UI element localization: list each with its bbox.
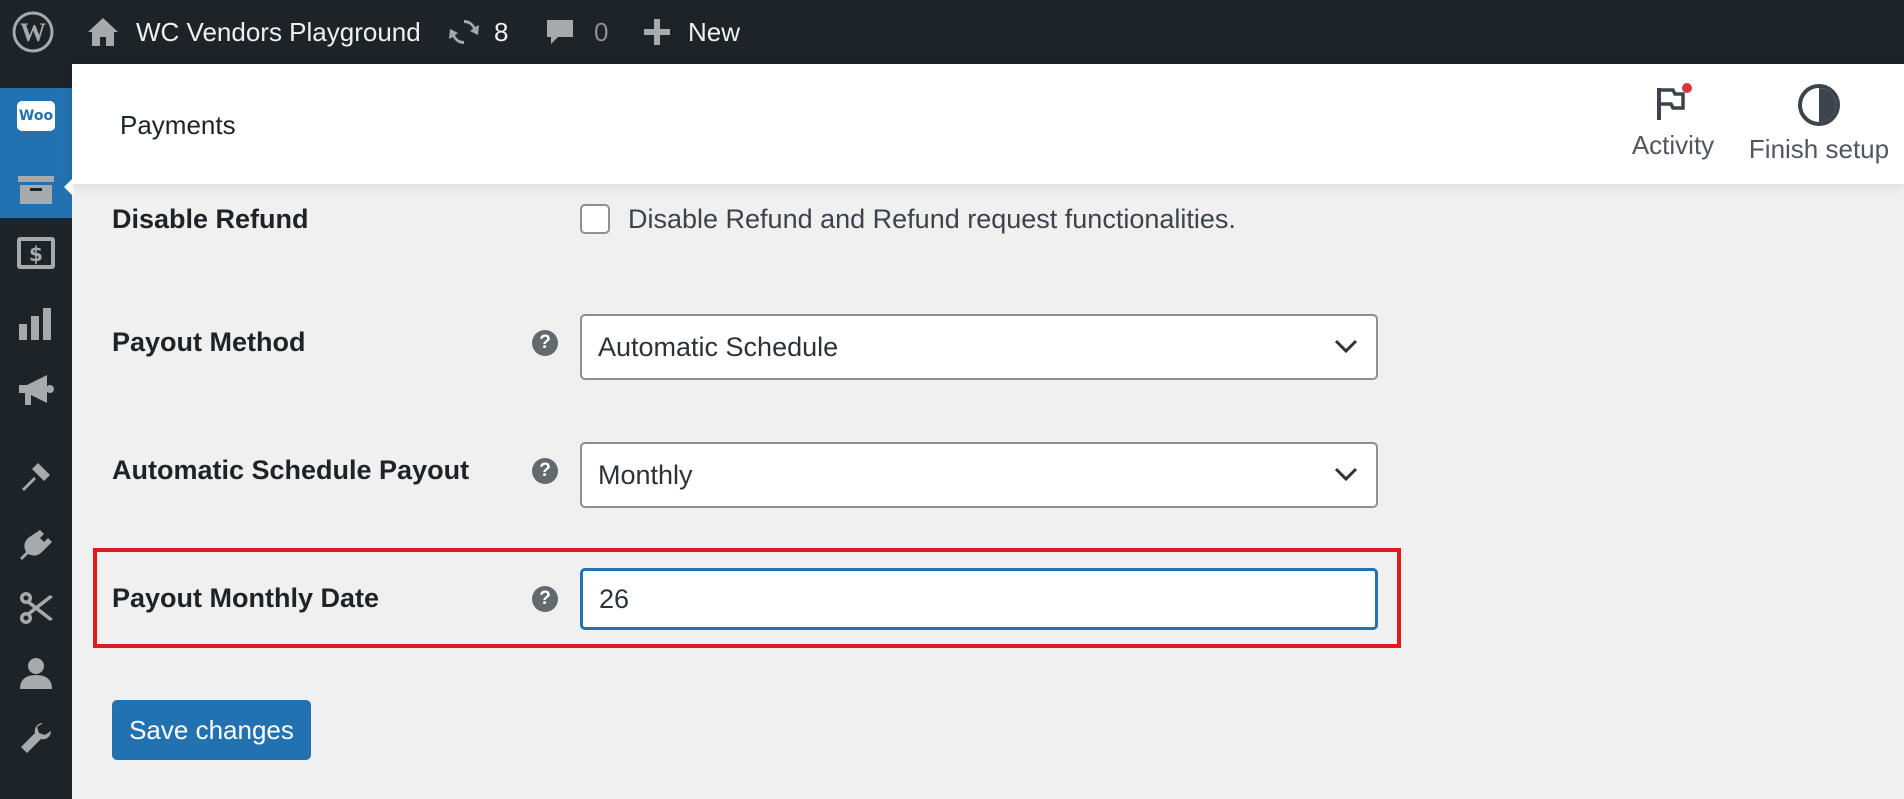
new-label: New [688,16,741,47]
help-icon[interactable]: ? [532,458,558,484]
finish-setup-label: Finish setup [1748,134,1890,164]
megaphone-icon[interactable] [16,371,56,411]
save-changes-button[interactable]: Save changes [112,700,311,760]
wordpress-logo-icon[interactable]: W [12,0,54,64]
monthly-date-input[interactable]: 26 [580,568,1378,630]
updates-count: 8 [494,16,509,47]
payout-method-label: Payout Method [112,327,306,357]
comment-icon [547,20,573,44]
disable-refund-description[interactable]: Disable Refund and Refund request functi… [628,204,1236,235]
payout-method-value: Automatic Schedule [598,331,839,362]
finish-setup-button[interactable]: Finish setup [1740,82,1898,178]
chevron-down-icon [1334,467,1358,482]
plugin-icon[interactable] [16,526,56,566]
chevron-down-icon [1334,339,1358,354]
svg-text:$: $ [29,242,43,266]
users-icon[interactable] [16,654,56,694]
activity-label: Activity [1631,130,1715,160]
flag-icon [1657,83,1692,120]
svg-text:W: W [20,18,46,47]
page-header: Payments Activity Finish setup [72,64,1904,184]
help-icon[interactable]: ? [532,586,558,612]
disable-refund-label: Disable Refund [112,204,309,234]
payout-method-select[interactable]: Automatic Schedule [580,314,1378,380]
site-home-link[interactable]: WC Vendors Playground [86,0,421,64]
wrench-icon[interactable] [16,718,56,758]
archive-icon[interactable] [16,170,56,210]
new-content-link[interactable]: New [642,0,740,64]
home-icon [88,18,118,46]
notification-dot [1682,83,1692,93]
updates-link[interactable]: 8 [446,0,508,64]
chart-icon[interactable] [16,304,56,344]
schedule-payout-value: Monthly [598,459,693,490]
site-name: WC Vendors Playground [136,16,421,47]
comments-count: 0 [594,16,609,47]
schedule-payout-select[interactable]: Monthly [580,442,1378,508]
monthly-date-label: Payout Monthly Date [112,583,380,613]
woo-icon[interactable]: Woo [16,96,56,136]
tools-icon[interactable] [16,588,56,628]
updates-icon [449,19,479,45]
admin-bar: W WC Vendors Playground 8 0 New [0,0,1904,64]
activity-button[interactable]: Activity [1610,82,1736,178]
help-icon[interactable]: ? [532,330,558,356]
half-circle-icon [1798,84,1840,126]
schedule-payout-label: Automatic Schedule Payout [112,455,470,485]
admin-sidebar: Woo $ [0,64,73,799]
page-title: Payments [120,110,236,140]
disable-refund-checkbox[interactable] [580,204,610,234]
plus-icon [644,19,670,45]
money-icon[interactable]: $ [16,233,56,273]
brush-icon[interactable] [16,457,56,497]
comments-link[interactable]: 0 [544,0,608,64]
